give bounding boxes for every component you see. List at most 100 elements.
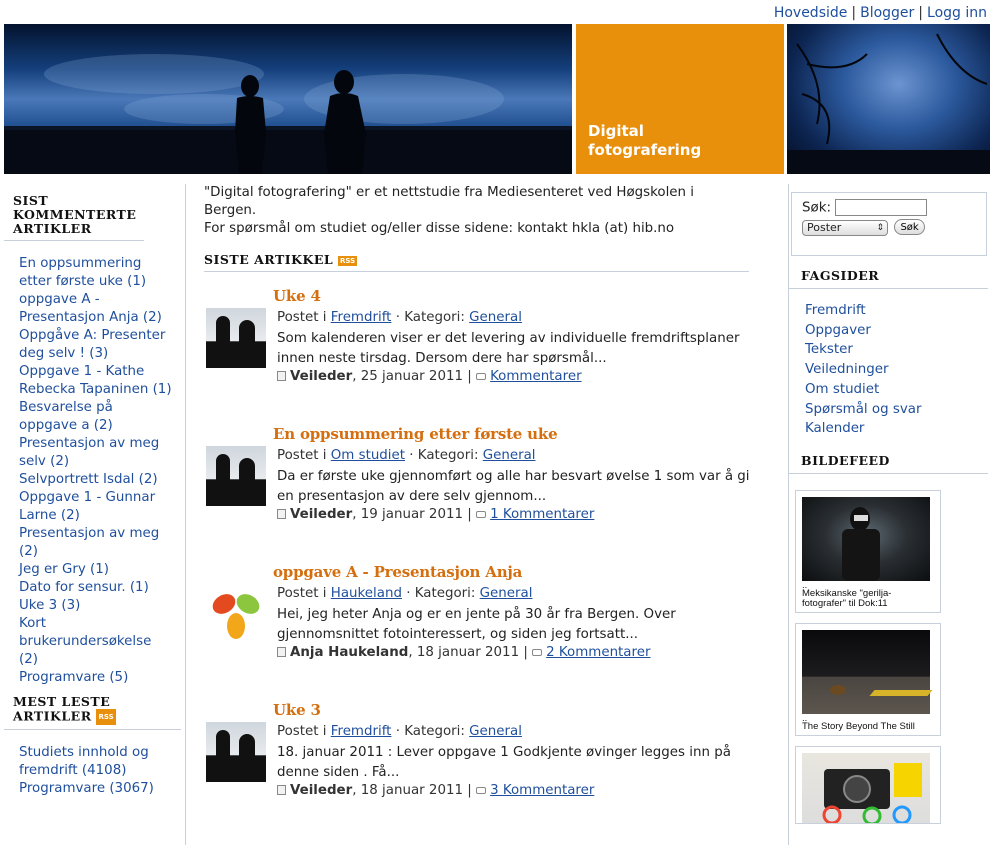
post-item: Uke 4 Postet i Fremdrift · Kategori: Gen… <box>204 272 749 410</box>
most-read-link[interactable]: Programvare (3067) <box>19 780 174 798</box>
fagside-link[interactable]: Tekster <box>805 340 988 360</box>
feed-caption[interactable]: .. The Story Beyond The Still <box>802 714 922 735</box>
rss-icon[interactable]: RSS <box>338 255 358 266</box>
footer-separator: | <box>467 783 472 798</box>
post-category-link[interactable]: General <box>483 448 536 463</box>
image-feed-item[interactable]: .. The Story Beyond The Still <box>795 622 941 736</box>
recent-comment-link[interactable]: Dato for sensur. (1) <box>19 579 174 597</box>
recent-comment-link[interactable]: Oppgåve A: Presenter deg selv ! (3) <box>19 327 174 363</box>
home-link[interactable]: Hovedside <box>774 5 848 21</box>
author-icon <box>277 647 286 657</box>
fagside-link[interactable]: Fremdrift <box>805 301 988 321</box>
intro-text: "Digital fotografering" er et nettstudie… <box>204 184 749 238</box>
most-read-list: Studiets innhold og fremdrift (4108) Prog… <box>4 730 174 802</box>
post-footer: Veileder, 18 januar 2011 | 3 Kommentarer <box>277 783 594 798</box>
most-read-heading: MEST LESTE ARTIKLER RSS <box>4 691 181 730</box>
post-date: , 18 januar 2011 <box>408 645 520 660</box>
recent-comment-link[interactable]: En oppsummering etter første uke (1) <box>19 255 174 291</box>
recent-comment-link[interactable]: Besvarelse på oppgave a (2) <box>19 399 174 435</box>
post-excerpt: Da er første uke gjennomført og alle har… <box>277 469 750 504</box>
post-date: , 25 januar 2011 <box>352 369 464 384</box>
site-title[interactable]: Digital fotografering <box>588 122 738 160</box>
post-author: Anja Haukeland <box>290 645 409 660</box>
post-comments-link[interactable]: 1 Kommentarer <box>490 507 594 522</box>
post-category-link[interactable]: General <box>469 310 522 325</box>
post-section-link[interactable]: Fremdrift <box>331 724 392 739</box>
fagside-link[interactable]: Om studiet <box>805 380 988 400</box>
post-comments-link[interactable]: 2 Kommentarer <box>546 645 650 660</box>
feed-image[interactable] <box>802 496 930 581</box>
post-title[interactable]: oppgave A - Presentasjon Anja <box>273 563 522 581</box>
recent-comment-link[interactable]: Jeg er Gry (1) <box>19 561 174 579</box>
category-label: · Kategori: <box>395 724 465 739</box>
select-arrows-icon: ⇕ <box>876 223 884 233</box>
main-content: "Digital fotografering" er et nettstudie… <box>204 184 750 824</box>
post-title[interactable]: En oppsummering etter første uke <box>273 425 558 443</box>
author-icon <box>277 509 286 519</box>
header-photo-couple <box>4 24 572 174</box>
post-comments-link[interactable]: Kommentarer <box>490 369 582 384</box>
latest-article-heading: SISTE ARTIKKEL RSS <box>204 252 749 272</box>
post-thumbnail[interactable] <box>206 446 266 506</box>
post-excerpt: Som kalenderen viser er det levering av … <box>277 331 740 366</box>
recent-comment-link[interactable]: Oppgave 1 - Gunnar Larne (2) <box>19 489 174 525</box>
post-thumbnail[interactable] <box>206 584 266 644</box>
post-title[interactable]: Uke 4 <box>273 287 321 305</box>
recent-comment-link[interactable]: oppgave A - Presentasjon Anja (2) <box>19 291 174 327</box>
fagsider-list: Fremdrift Oppgaver Tekster Veiledninger Om s… <box>789 289 988 441</box>
search-button[interactable]: Søk <box>894 219 925 235</box>
search-input[interactable] <box>835 199 928 216</box>
recent-comment-link[interactable]: Uke 3 (3) <box>19 597 174 615</box>
site-title-box[interactable]: Digital fotografering <box>576 24 784 174</box>
left-sidebar: SIST KOMMENTERTE ARTIKLER En oppsummerin… <box>4 184 186 845</box>
post-meta: Postet i Haukeland · Kategori: General <box>277 586 532 601</box>
fagside-link[interactable]: Kalender <box>805 419 988 439</box>
post-footer: Veileder, 25 januar 2011 | Kommentarer <box>277 369 582 384</box>
image-feed: .. Meksikanske "gerilja­fotografer" til D… <box>795 489 988 826</box>
post-comments-link[interactable]: 3 Kommentarer <box>490 783 594 798</box>
post-category-link[interactable]: General <box>469 724 522 739</box>
comment-icon <box>476 511 487 518</box>
nav-separator: | <box>918 5 924 21</box>
author-icon <box>277 371 286 381</box>
post-thumbnail[interactable] <box>206 308 266 368</box>
recent-comment-link[interactable]: Kort brukerundersøkelse (2) <box>19 615 174 669</box>
most-read-link[interactable]: Studiets innhold og fremdrift (4108) <box>19 744 174 780</box>
recent-comment-link[interactable]: Presentasjon av meg selv (2) <box>19 435 174 471</box>
post-section-link[interactable]: Haukeland <box>331 586 402 601</box>
posted-in-label: Postet i <box>277 724 327 739</box>
top-nav: Hovedside | Blogger | Logg inn <box>774 5 987 21</box>
posted-in-label: Postet i <box>277 310 327 325</box>
search-type-select[interactable]: Poster ⇕ <box>802 220 888 236</box>
footer-separator: | <box>467 507 472 522</box>
post-author: Veileder <box>290 783 353 798</box>
posted-in-label: Postet i <box>277 586 327 601</box>
image-feed-item[interactable]: .. Meksikanske "gerilja­fotografer" til D… <box>795 489 941 613</box>
feed-image[interactable] <box>802 752 930 826</box>
footer-separator: | <box>523 645 528 660</box>
fagside-link[interactable]: Veiledninger <box>805 360 988 380</box>
nav-separator: | <box>851 5 857 21</box>
post-category-link[interactable]: General <box>480 586 533 601</box>
recent-comment-link[interactable]: Oppgave 1 - Kathe Rebecka Tapaninen (1) <box>19 363 174 399</box>
comment-icon <box>476 787 487 794</box>
comment-icon <box>532 649 543 656</box>
login-link[interactable]: Logg inn <box>927 5 987 21</box>
fagside-link[interactable]: Spørsmål og svar <box>805 400 988 420</box>
post-thumbnail[interactable] <box>206 722 266 782</box>
post-section-link[interactable]: Om studiet <box>331 448 405 463</box>
post-author: Veileder <box>290 507 353 522</box>
post-item: Uke 3 Postet i Fremdrift · Kategori: Gen… <box>204 686 749 824</box>
fagside-link[interactable]: Oppgaver <box>805 321 988 341</box>
feed-image[interactable] <box>802 629 933 714</box>
recent-comment-link[interactable]: Presentasjon av meg (2) <box>19 525 174 561</box>
image-feed-item[interactable] <box>795 745 941 826</box>
post-title[interactable]: Uke 3 <box>273 701 321 719</box>
feed-caption[interactable]: .. Meksikanske "gerilja­fotografer" til D… <box>802 581 922 612</box>
post-section-link[interactable]: Fremdrift <box>331 310 392 325</box>
recent-comment-link[interactable]: Selvportrett Isdal (2) <box>19 471 174 489</box>
rss-icon[interactable]: RSS <box>96 709 116 725</box>
recent-comment-link[interactable]: Programvare (5) <box>19 669 174 687</box>
comment-icon <box>476 373 487 380</box>
blogger-link[interactable]: Blogger <box>860 5 914 21</box>
